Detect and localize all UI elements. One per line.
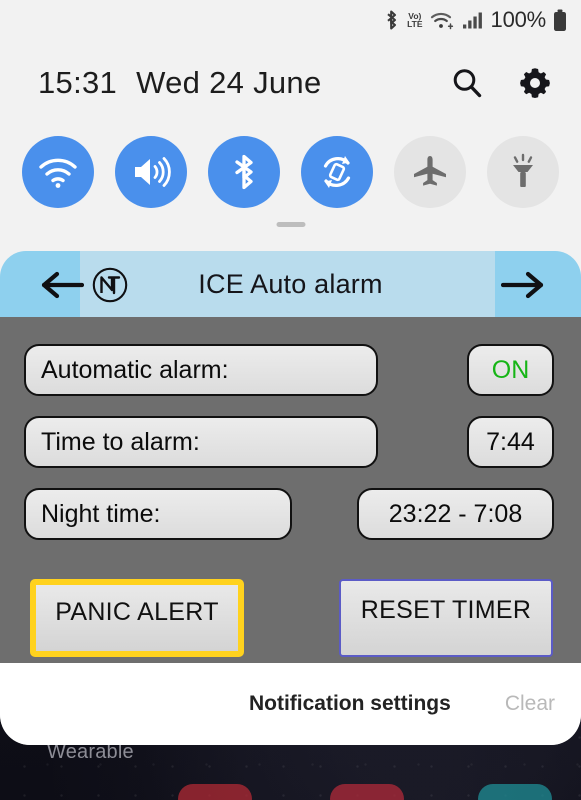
row-value-automatic-alarm[interactable]: ON <box>467 344 554 396</box>
home-dock <box>0 784 581 800</box>
arrow-right-icon <box>500 271 544 299</box>
quick-toggle-flashlight[interactable] <box>487 136 559 208</box>
shade-bottom-bar: Notification settings Clear <box>0 663 581 745</box>
clock-row: 15:31 Wed 24 June <box>0 52 581 114</box>
bluetooth-icon <box>235 154 253 190</box>
notification-shade: Vo) LTE 100% 15:31 Wed 24 June ICE Auto … <box>0 0 581 745</box>
quick-toggle-sound[interactable] <box>115 136 187 208</box>
notification-settings-button[interactable]: Notification settings <box>249 692 451 716</box>
dock-app-icon-1[interactable] <box>178 784 252 800</box>
search-icon[interactable] <box>450 66 484 100</box>
airplane-icon <box>414 156 446 186</box>
row-value-time-to-alarm[interactable]: 7:44 <box>467 416 554 468</box>
dock-app-icon-3[interactable] <box>478 784 552 800</box>
quick-toggle-wifi[interactable] <box>22 136 94 208</box>
status-bar: Vo) LTE 100% <box>0 0 581 40</box>
flashlight-icon <box>513 153 533 187</box>
clear-button[interactable]: Clear <box>505 692 555 716</box>
quick-toggle-airplane-mode[interactable] <box>394 136 466 208</box>
cellular-signal-icon <box>462 12 482 29</box>
clock-date: Wed 24 June <box>136 65 322 100</box>
forward-button[interactable] <box>500 271 547 304</box>
clock-time: 15:31 <box>38 65 118 100</box>
card-title: ICE Auto alarm <box>198 268 383 299</box>
card-body: Automatic alarm: ON Time to alarm: 7:44 … <box>0 317 581 663</box>
quick-toggle-auto-rotate[interactable] <box>301 136 373 208</box>
row-value-night-time[interactable]: 23:22 - 7:08 <box>357 488 554 540</box>
gear-icon[interactable] <box>517 65 553 101</box>
nt-circle-logo-icon <box>91 266 129 309</box>
wifi-icon <box>39 158 77 188</box>
row-label-automatic-alarm: Automatic alarm: <box>24 344 378 396</box>
notification-card-ice-auto-alarm: ICE Auto alarm Automatic alarm: ON Time … <box>0 251 581 663</box>
dock-app-icon-2[interactable] <box>330 784 404 800</box>
reset-timer-button[interactable]: RESET TIMER <box>339 579 553 657</box>
wifi-icon <box>430 12 453 30</box>
row-label-time-to-alarm: Time to alarm: <box>24 416 378 468</box>
shade-actions <box>450 65 553 101</box>
sound-icon <box>135 157 171 187</box>
auto-rotate-icon <box>323 156 351 188</box>
shade-drag-handle[interactable] <box>276 222 305 227</box>
volte-icon: Vo) LTE <box>407 10 423 29</box>
row-label-night-time: Night time: <box>24 488 292 540</box>
panic-alert-button[interactable]: PANIC ALERT <box>30 579 244 657</box>
quick-toggle-bluetooth[interactable] <box>208 136 280 208</box>
phone-screen: Wearable Vo) LTE 100% 15:31 Wed 24 June … <box>0 0 581 800</box>
quick-settings-toggles <box>0 131 581 213</box>
bluetooth-icon <box>387 10 397 30</box>
battery-icon <box>554 9 566 31</box>
battery-percent-label: 100% <box>490 7 547 32</box>
card-header: ICE Auto alarm <box>0 251 581 317</box>
